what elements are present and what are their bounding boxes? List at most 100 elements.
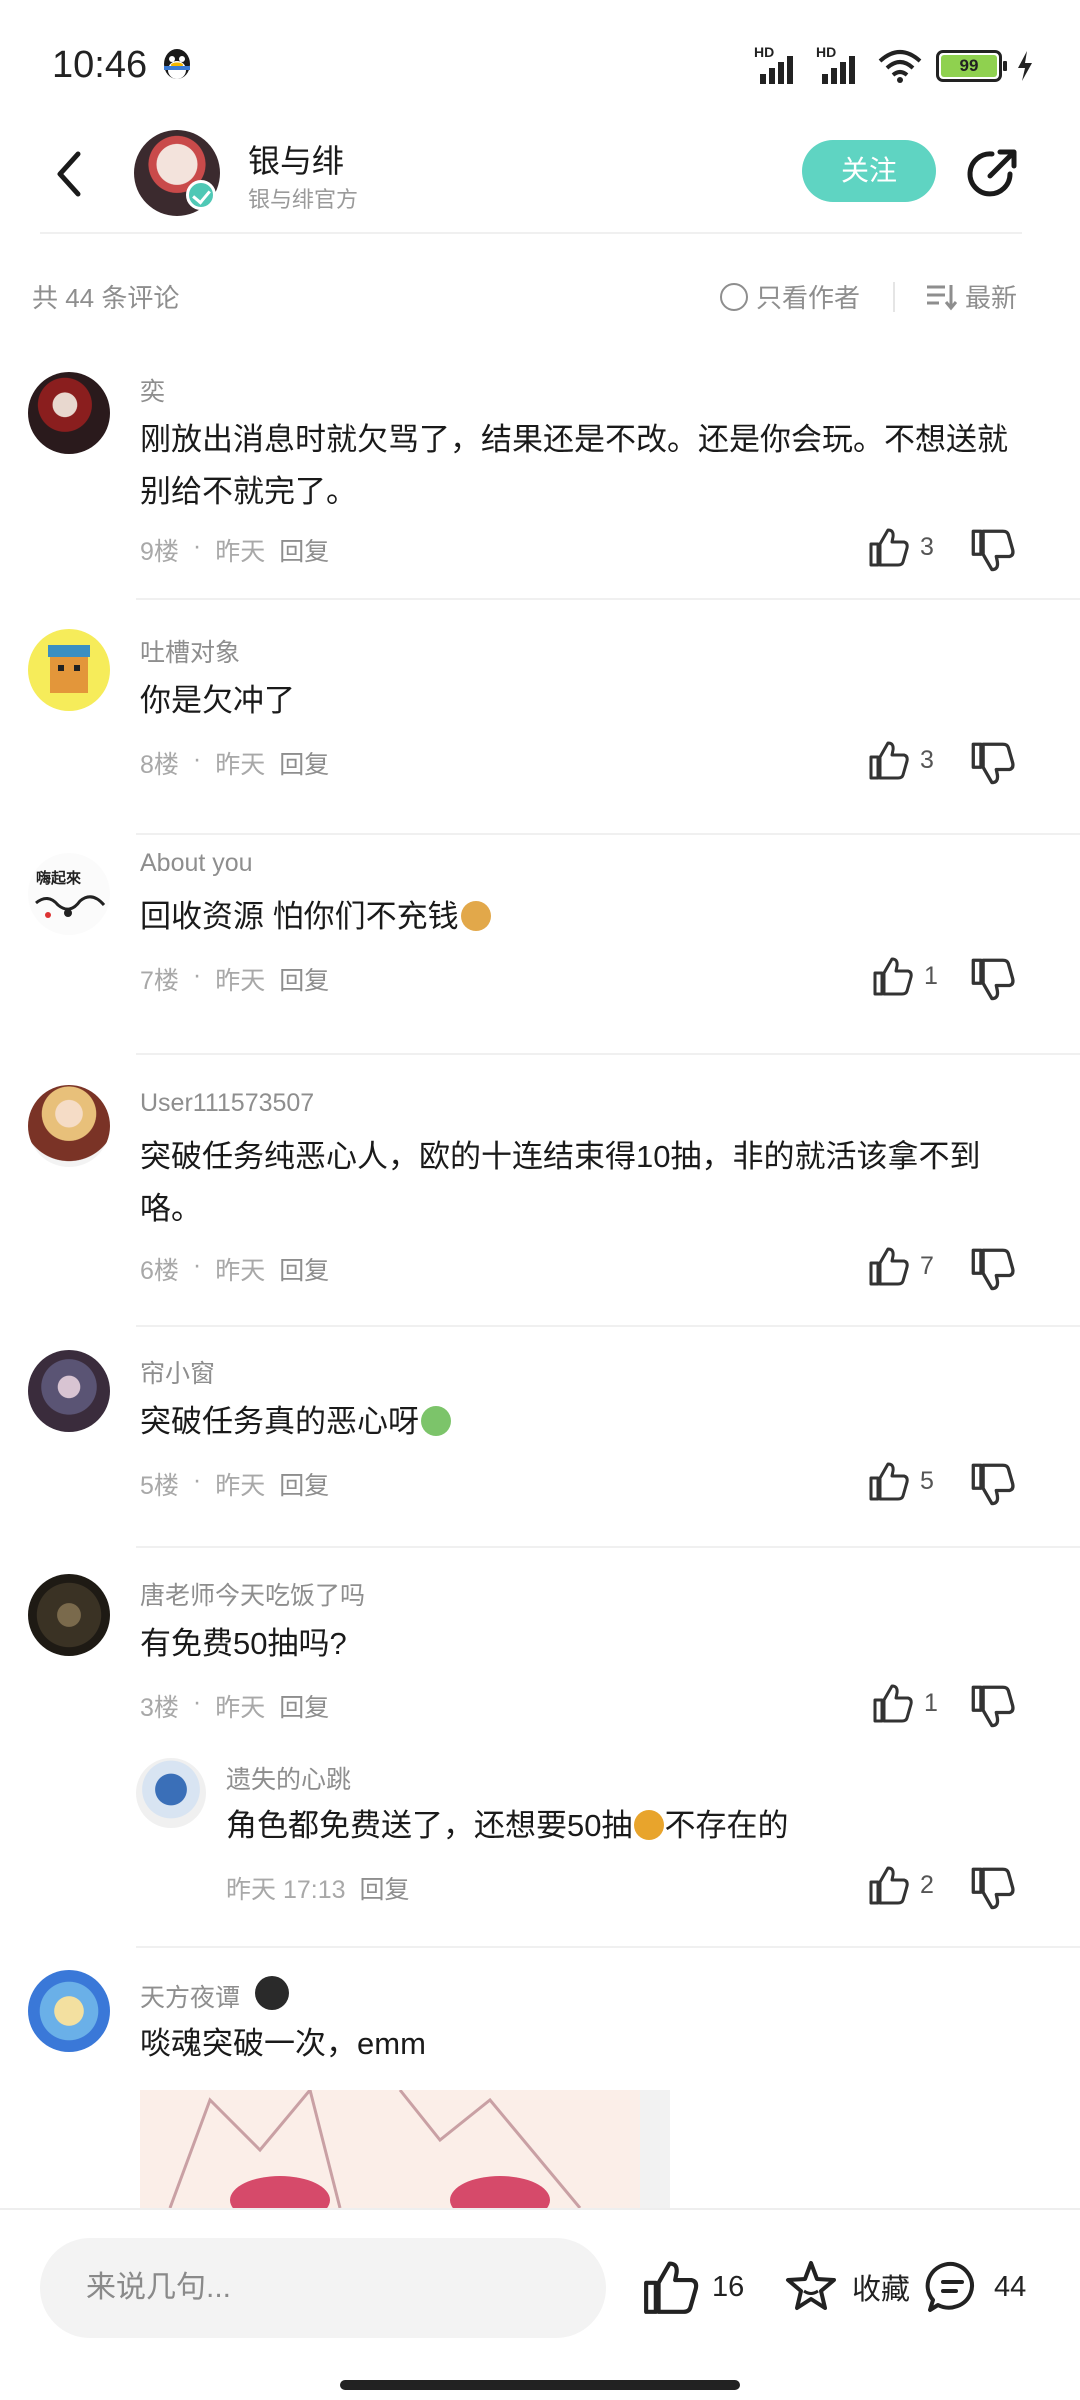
thumbs-up-icon xyxy=(873,957,913,996)
comment-meta: 3楼 · 昨天 回复 xyxy=(140,1688,330,1724)
comment-divider xyxy=(136,1053,1080,1055)
signal-icon: HD xyxy=(816,44,864,84)
thumbs-down-icon[interactable] xyxy=(970,957,1016,1003)
battery-icon: 99 xyxy=(936,50,1007,82)
like-count: 3 xyxy=(920,745,934,774)
like-button[interactable]: 3 xyxy=(868,526,934,568)
reply-button[interactable]: 回复 xyxy=(279,1466,329,1502)
status-bar: 10:46 HD HD 99 xyxy=(0,0,1080,130)
comment-username[interactable]: 唐老师今天吃饭了吗 xyxy=(140,1576,365,1612)
reply-button[interactable]: 回复 xyxy=(279,961,329,997)
like-count: 1 xyxy=(924,1688,938,1717)
comment-meta: 8楼 · 昨天 回复 xyxy=(140,745,330,781)
reply-username[interactable]: 遗失的心跳 xyxy=(226,1760,351,1796)
like-button[interactable]: 1 xyxy=(872,955,938,997)
back-arrow-icon[interactable] xyxy=(44,144,94,204)
comment-time: 昨天 xyxy=(215,1257,266,1285)
home-indicator[interactable] xyxy=(340,2380,740,2390)
qq-penguin-icon xyxy=(164,49,190,79)
comment-username[interactable]: 吐槽对象 xyxy=(140,633,240,669)
sort-toggle[interactable]: 最新 xyxy=(925,278,1017,315)
comment-username[interactable]: User111573507 xyxy=(140,1089,314,1118)
wifi-icon xyxy=(878,50,922,83)
comments-button[interactable]: 44 xyxy=(924,2258,1026,2316)
reply-button[interactable]: 回复 xyxy=(279,745,329,781)
star-icon xyxy=(786,2261,836,2310)
reply-button[interactable]: 回复 xyxy=(279,1251,329,1287)
reply-time: 昨天 17:13 xyxy=(226,1876,346,1904)
comment-time: 昨天 xyxy=(215,967,266,995)
thumbs-down-icon[interactable] xyxy=(970,1462,1016,1508)
post-like-button[interactable]: 16 xyxy=(642,2258,744,2316)
comment-text: 突破任务纯恶心人，欧的十连结束得10抽，非的就活该拿不到咯。 xyxy=(140,1139,981,1226)
favorite-button[interactable]: 收藏 xyxy=(782,2258,910,2316)
comment-divider xyxy=(136,833,1080,835)
floor-number: 9楼 xyxy=(140,538,179,566)
comment-username[interactable]: 帘小窗 xyxy=(140,1354,215,1390)
thumbs-down-icon[interactable] xyxy=(970,1866,1016,1912)
emoji-icon xyxy=(421,1406,451,1436)
comment-item: User111573507 突破任务纯恶心人，欧的十连结束得10抽，非的就活该拿… xyxy=(0,1065,1080,1330)
follow-button[interactable]: 关注 xyxy=(802,140,936,202)
comment-divider xyxy=(136,1325,1080,1327)
like-count: 5 xyxy=(920,1466,934,1495)
share-icon[interactable] xyxy=(962,144,1022,204)
sort-icon xyxy=(927,284,957,310)
thumbs-down-icon[interactable] xyxy=(970,1247,1016,1293)
comment-item: 唐老师今天吃饭了吗 有免费50抽吗? 3楼 · 昨天 回复 1 遗失的心跳 角色… xyxy=(0,1560,1080,1950)
floor-number: 3楼 xyxy=(140,1694,179,1722)
emoji-icon xyxy=(634,1810,665,1840)
status-icons: HD HD 99 xyxy=(754,44,1034,86)
comment-username[interactable]: 奕 xyxy=(140,372,165,408)
comment-divider xyxy=(136,1546,1080,1548)
like-count: 1 xyxy=(924,961,938,990)
avatar[interactable] xyxy=(28,629,110,711)
like-button[interactable]: 1 xyxy=(872,1682,938,1724)
comment-image[interactable] xyxy=(140,2090,670,2208)
comment-divider xyxy=(136,598,1080,600)
comment-bubble-icon xyxy=(925,2261,974,2312)
comment-username[interactable]: 天方夜谭 xyxy=(140,1976,289,2014)
comment-time: 昨天 xyxy=(215,1472,266,1500)
like-button[interactable]: 2 xyxy=(868,1864,934,1906)
comments-toolbar: 共 44 条评论 只看作者 最新 xyxy=(0,268,1080,328)
avatar[interactable] xyxy=(28,1970,110,2052)
avatar[interactable] xyxy=(136,1758,206,1828)
comment-meta: 5楼 · 昨天 回复 xyxy=(140,1466,330,1502)
thumbs-up-icon xyxy=(869,1866,909,1905)
comment-count: 共 44 条评论 xyxy=(32,283,180,313)
signal-icon: HD xyxy=(754,44,802,84)
status-time: 10:46 xyxy=(52,44,148,86)
thumbs-up-icon xyxy=(869,741,909,780)
user-badge-icon xyxy=(254,1976,289,2010)
avatar[interactable] xyxy=(28,372,110,454)
thumbs-down-icon[interactable] xyxy=(970,1684,1016,1730)
thumbs-up-icon xyxy=(873,1684,913,1723)
floor-number: 5楼 xyxy=(140,1472,179,1500)
radio-icon xyxy=(720,282,748,311)
comment-username[interactable]: About you xyxy=(140,849,253,878)
comment-text: 啖魂突破一次，emm xyxy=(140,2026,426,2061)
avatar[interactable] xyxy=(28,1085,110,1167)
reply-button[interactable]: 回复 xyxy=(360,1870,410,1906)
author-only-toggle[interactable]: 只看作者 xyxy=(720,278,860,315)
like-button[interactable]: 5 xyxy=(868,1460,934,1502)
floor-number: 6楼 xyxy=(140,1257,179,1285)
floor-number: 8楼 xyxy=(140,751,179,779)
like-button[interactable]: 7 xyxy=(868,1245,934,1287)
post-header: 银与绯 银与绯官方 关注 xyxy=(0,128,1080,238)
reply-button[interactable]: 回复 xyxy=(279,1688,329,1724)
like-count: 3 xyxy=(920,532,934,561)
reply-button[interactable]: 回复 xyxy=(279,532,329,568)
author-name[interactable]: 银与绯 xyxy=(248,136,344,182)
like-button[interactable]: 3 xyxy=(868,739,934,781)
thumbs-down-icon[interactable] xyxy=(970,741,1016,787)
comment-item: 嗨起來 About you 回收资源 怕你们不充钱 7楼 · 昨天 回复 1 xyxy=(0,845,1080,1055)
svg-text:嗨起來: 嗨起來 xyxy=(36,869,81,887)
thumbs-down-icon[interactable] xyxy=(970,528,1016,574)
avatar[interactable] xyxy=(28,1350,110,1432)
avatar[interactable] xyxy=(28,1574,110,1656)
comment-input[interactable]: 来说几句... xyxy=(40,2238,606,2338)
avatar[interactable]: 嗨起來 xyxy=(28,853,110,935)
floor-number: 7楼 xyxy=(140,967,179,995)
